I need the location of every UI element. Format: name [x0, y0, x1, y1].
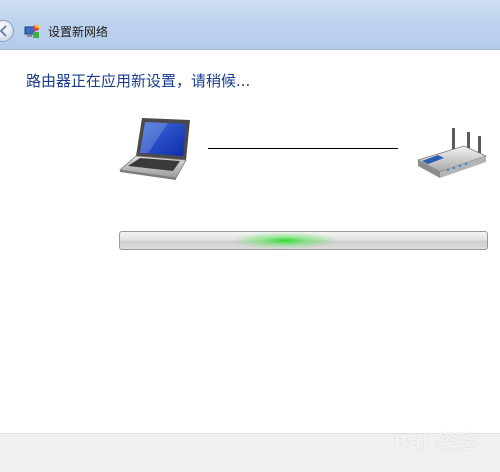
status-message: 路由器正在应用新设置，请稍候...	[26, 72, 251, 90]
progress-bar	[119, 231, 488, 250]
connection-line	[208, 148, 398, 149]
watermark: Bai 经验	[393, 430, 476, 454]
network-wizard-icon	[24, 25, 39, 38]
back-button[interactable]	[0, 20, 14, 42]
back-arrow-icon	[0, 25, 7, 37]
window-title: 设置新网络	[48, 25, 109, 39]
router-icon	[416, 128, 488, 178]
laptop-icon	[119, 118, 190, 180]
window-titlebar: 设置新网络	[0, 0, 500, 50]
progress-marquee	[230, 232, 341, 249]
